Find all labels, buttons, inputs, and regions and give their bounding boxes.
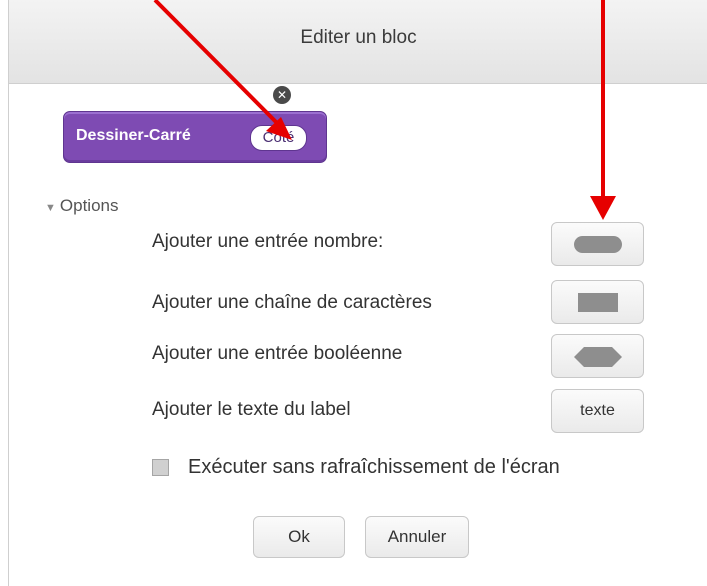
- remove-input-icon[interactable]: ✕: [273, 86, 291, 104]
- add-number-input-button[interactable]: [551, 222, 644, 266]
- block-parameter[interactable]: Coté: [250, 125, 307, 151]
- options-label: Options: [59, 196, 119, 215]
- dialog-title: Editer un bloc: [300, 27, 417, 48]
- block-name[interactable]: Dessiner-Carré: [76, 127, 191, 145]
- add-label-text-label: Ajouter le texte du label: [152, 399, 351, 420]
- triangle-down-icon: ▼: [45, 202, 56, 214]
- run-without-refresh-checkbox[interactable]: [152, 459, 169, 476]
- dialog-titlebar[interactable]: Editer un bloc: [9, 0, 707, 84]
- ok-button[interactable]: Ok: [253, 516, 345, 558]
- add-string-input-label: Ajouter une chaîne de caractères: [152, 292, 432, 313]
- boolean-input-icon: [574, 347, 622, 367]
- add-boolean-input-button[interactable]: [551, 334, 644, 378]
- add-string-input-button[interactable]: [551, 280, 644, 324]
- options-toggle[interactable]: ▼ Options: [45, 196, 118, 216]
- string-input-icon: [578, 293, 618, 312]
- add-number-input-label: Ajouter une entrée nombre:: [152, 231, 384, 252]
- add-boolean-input-label: Ajouter une entrée booléenne: [152, 343, 403, 364]
- add-label-text-button[interactable]: texte: [551, 389, 644, 433]
- run-without-refresh-label: Exécuter sans rafraîchissement de l'écra…: [188, 456, 560, 478]
- cancel-button[interactable]: Annuler: [365, 516, 469, 558]
- edit-block-dialog: Editer un bloc ✕ Dessiner-Carré Coté ▼ Op…: [8, 0, 707, 586]
- number-input-icon: [574, 236, 622, 253]
- block-preview: Dessiner-Carré Coté: [63, 111, 327, 163]
